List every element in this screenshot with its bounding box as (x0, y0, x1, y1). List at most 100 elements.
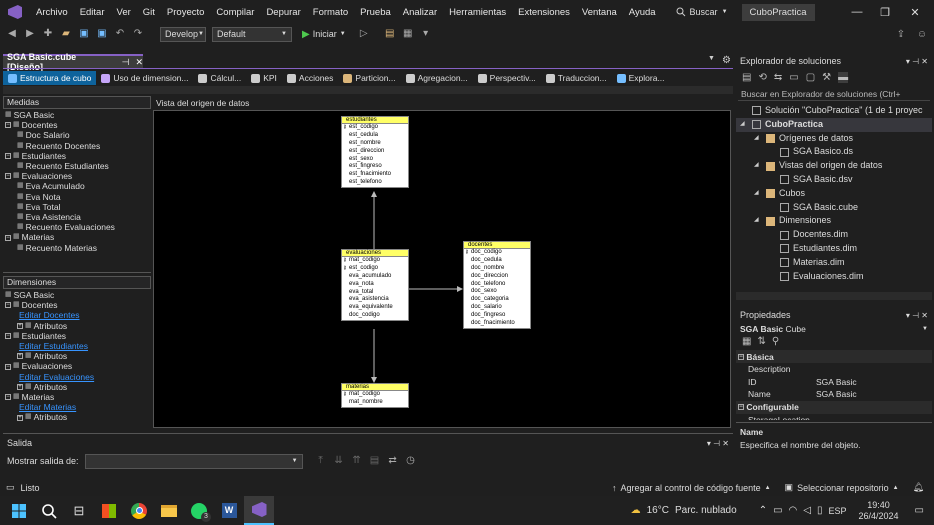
designer-tab[interactable]: Traduccion... (541, 71, 612, 85)
tree-item[interactable]: ▦ Eva Asistencia (3, 212, 151, 222)
network-icon[interactable]: ▭ (773, 505, 782, 516)
dsv-table-docentes[interactable]: docentes ⚷ doc_codigo doc_cedula doc_nombre d… (463, 241, 531, 329)
tree-item[interactable]: ▦ Recuento Materias (3, 243, 151, 253)
clear-all-icon[interactable]: ▤ (369, 455, 381, 467)
run-without-debug-icon[interactable]: ▷ (358, 28, 370, 40)
tree-item[interactable]: − ▦ Estudiantes (3, 331, 151, 341)
collapse-icon[interactable]: − (5, 363, 11, 370)
chrome-icon[interactable] (124, 496, 154, 525)
designer-tab[interactable]: Agregacion... (401, 71, 473, 85)
save-all-icon[interactable]: ▣ (96, 28, 108, 40)
dsv-column[interactable]: ⚷ mat_codigo (342, 257, 408, 265)
undo-icon[interactable]: ↶ (114, 28, 126, 40)
show-all-icon[interactable]: ▢ (806, 72, 815, 83)
forward-icon[interactable]: ▶ (24, 28, 36, 40)
dsv-column[interactable]: doc_categoria (464, 296, 530, 304)
dsv-table-materias[interactable]: materias ⚷ mat_codigo mat_nombre (341, 383, 409, 408)
windows-start-icon[interactable] (4, 496, 34, 525)
property-value[interactable]: SGA Basic (816, 389, 857, 399)
dsv-column[interactable]: est_sexo (342, 156, 408, 164)
designer-tab[interactable]: Uso de dimension... (96, 71, 193, 85)
back-arrow-icon[interactable]: ⇆ (774, 72, 782, 83)
collapse-icon[interactable]: − (738, 404, 744, 410)
open-folder-icon[interactable]: ▰ (60, 28, 72, 40)
designer-tab[interactable]: Acciones (282, 71, 339, 85)
expand-icon[interactable]: + (17, 322, 23, 329)
collapse-icon[interactable]: − (738, 353, 744, 360)
tree-item[interactable]: − ▦ Materias (3, 392, 151, 402)
clock[interactable]: 19:40 26/4/2024 (859, 500, 899, 522)
notification-center-icon[interactable]: ▭ (915, 505, 924, 516)
collapse-icon[interactable]: ▭ (789, 72, 798, 83)
tree-item[interactable]: ▦ Recuento Estudiantes (3, 161, 151, 171)
solution-search-input[interactable]: Buscar en Explorador de soluciones (Ctrl… (738, 87, 930, 101)
menu-analizar[interactable]: Analizar (397, 7, 443, 18)
solution-config-select[interactable]: Develop ▼ (160, 26, 206, 42)
tree-item[interactable]: ▦ Eva Total (3, 202, 151, 212)
select-repo-button[interactable]: ▣ Seleccionar repositorio ▲ (785, 482, 899, 493)
dropdown-icon[interactable]: ▾ (707, 439, 711, 448)
solution-item[interactable]: Evaluaciones.dim (736, 270, 932, 284)
properties-icon[interactable]: ⚒ (822, 72, 831, 83)
solution-item[interactable]: Solución "CuboPractica" (1 de 1 proyec (736, 104, 932, 118)
menu-editar[interactable]: Editar (74, 7, 111, 18)
tree-item[interactable]: − ▦ Evaluaciones (3, 171, 151, 181)
dsv-column[interactable]: ⚷ est_codigo (342, 124, 408, 132)
wifi-icon[interactable]: ◠ (789, 505, 798, 516)
property-row[interactable]: Description (736, 363, 932, 376)
visual-studio-taskbar-icon[interactable] (244, 496, 274, 525)
save-icon[interactable]: ▣ (78, 28, 90, 40)
dsv-column[interactable]: est_telefono (342, 179, 408, 187)
solution-item[interactable]: Materias.dim (736, 256, 932, 270)
expanded-icon[interactable]: ◢ (754, 214, 762, 228)
close-tab-icon[interactable]: ✕ (135, 57, 143, 68)
tree-item[interactable]: ▦ Eva Acumulado (3, 181, 151, 191)
microsoft-store-icon[interactable] (94, 496, 124, 525)
solution-item[interactable]: ◢ CuboPractica (736, 117, 932, 132)
collapse-icon[interactable]: − (5, 152, 11, 159)
dsv-column[interactable]: eva_nota (342, 281, 408, 289)
designer-tab[interactable]: Cálcul... (193, 71, 246, 85)
dsv-column[interactable]: eva_equivalente (342, 304, 408, 312)
dsv-column[interactable]: est_direccion (342, 148, 408, 156)
dsv-column[interactable]: doc_codigo (342, 312, 408, 320)
alphabetical-icon[interactable]: ⇅ (757, 336, 765, 350)
collapse-icon[interactable]: − (5, 302, 11, 309)
solution-item[interactable]: SGA Basic.dsv (736, 173, 932, 187)
dsv-column[interactable]: est_cedula (342, 132, 408, 140)
document-tab[interactable]: SGA Basic.cube [Diseño] ⊣ ✕ (3, 52, 143, 72)
menu-prueba[interactable]: Prueba (354, 7, 397, 18)
menu-herramientas[interactable]: Herramientas (443, 7, 512, 18)
dsv-table-estudiantes[interactable]: estudiantes ⚷ est_codigo est_cedula est_nomb… (341, 116, 409, 189)
toolbar-options-icon[interactable]: ▾ (420, 28, 432, 40)
solution-item[interactable]: ◢ Cubos (736, 187, 932, 201)
task-view-icon[interactable]: ⊟ (64, 496, 94, 525)
section-basic[interactable]: − Básica (736, 350, 932, 363)
menu-ventana[interactable]: Ventana (576, 7, 623, 18)
expanded-icon[interactable]: ◢ (754, 159, 762, 173)
tab-list-icon[interactable]: ▼ (708, 55, 715, 62)
dsv-column[interactable]: doc_salario (464, 304, 530, 312)
close-icon[interactable]: ✕ (921, 311, 928, 320)
expand-icon[interactable]: + (17, 353, 23, 360)
designer-tab[interactable]: Particion... (338, 71, 400, 85)
expanded-icon[interactable]: ◢ (754, 187, 762, 201)
global-search[interactable]: Buscar ▼ (670, 7, 734, 17)
tree-item[interactable]: ▦ Recuento Evaluaciones (3, 222, 151, 232)
dsv-column[interactable]: eva_total (342, 289, 408, 297)
restore-button[interactable]: ❐ (870, 0, 900, 24)
feedback-icon[interactable]: ☺ (916, 29, 928, 41)
whatsapp-icon[interactable]: 3 (184, 496, 214, 525)
tree-item[interactable]: Editar Docentes (3, 310, 151, 320)
source-control-button[interactable]: ↑ Agregar al control de código fuente ▲ (612, 483, 771, 493)
tree-item[interactable]: Editar Evaluaciones (3, 372, 151, 382)
dsv-column[interactable]: doc_direccion (464, 273, 530, 281)
tree-item[interactable]: + ▦ Atributos (3, 412, 151, 422)
property-row[interactable]: Name SGA Basic (736, 388, 932, 401)
menu-formato[interactable]: Formato (307, 7, 354, 18)
expanded-icon[interactable]: ◢ (754, 132, 762, 146)
tree-item[interactable]: Editar Estudiantes (3, 341, 151, 351)
solution-item[interactable]: Estudiantes.dim (736, 242, 932, 256)
volume-icon[interactable]: ◁ (803, 505, 811, 516)
menu-compilar[interactable]: Compilar (210, 7, 260, 18)
